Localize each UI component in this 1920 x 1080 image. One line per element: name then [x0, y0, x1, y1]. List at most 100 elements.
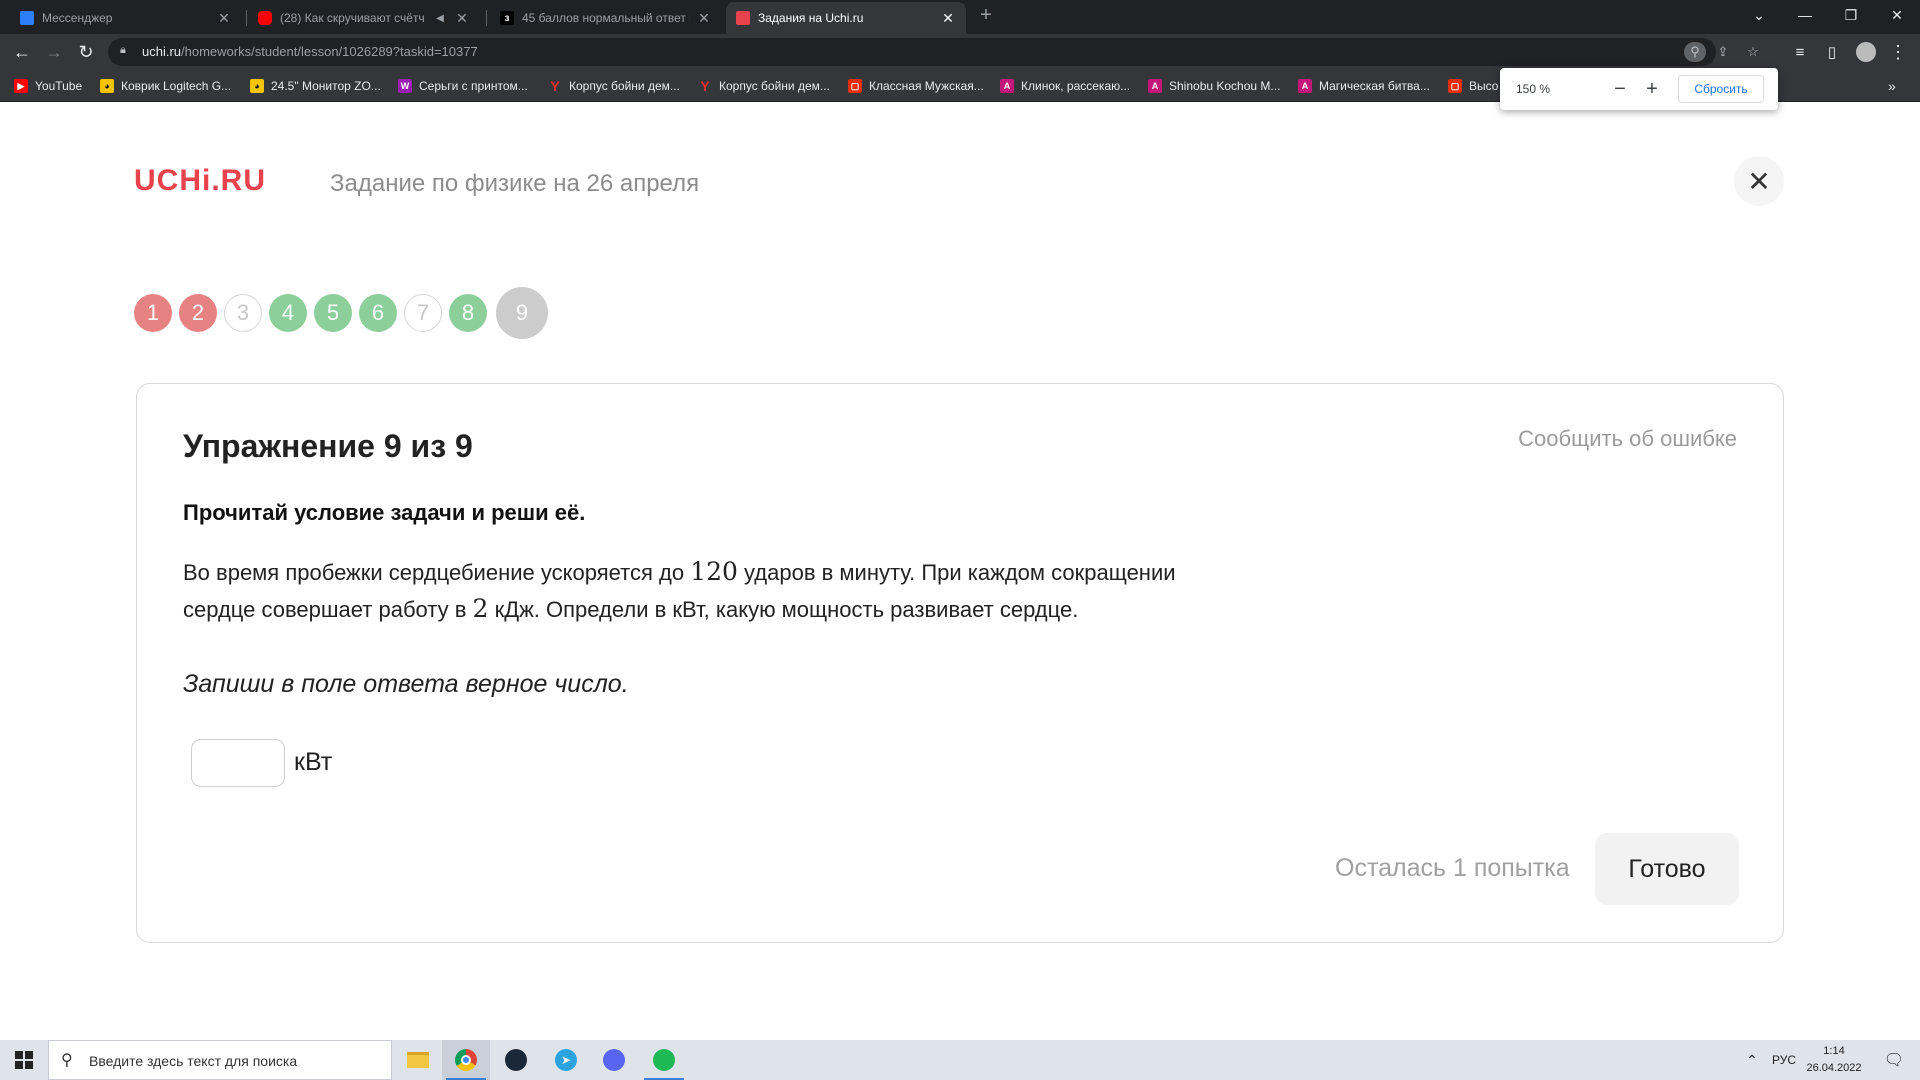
zoom-level: 150 % [1516, 82, 1551, 96]
back-arrow-icon[interactable]: ← [8, 38, 36, 66]
citilink-icon: ◕ [100, 79, 114, 93]
step-8[interactable]: 8 [449, 294, 487, 332]
submit-button[interactable]: Готово [1595, 833, 1739, 905]
exercise-title: Упражнение 9 из 9 [183, 428, 473, 464]
answer-input[interactable] [191, 739, 285, 787]
tab-search-chevron-icon[interactable]: ⌄ [1736, 0, 1782, 30]
file-explorer-icon[interactable] [394, 1040, 442, 1080]
address-bar[interactable]: 🔒︎ uchi.ru/homeworks/student/lesson/1026… [108, 38, 1759, 66]
uchi-logo[interactable]: UCHi.RU [134, 164, 266, 198]
uchi-icon [736, 11, 750, 25]
mute-icon[interactable]: ◀ [432, 13, 448, 24]
lock-icon: 🔒︎ [120, 44, 126, 56]
report-error-link[interactable]: Сообщить об ошибке [1518, 426, 1737, 452]
step-3[interactable]: 3 [224, 294, 262, 332]
zoom-reset-button[interactable]: Сбросить [1678, 75, 1764, 103]
search-placeholder: Введите здесь текст для поиска [89, 1053, 298, 1069]
close-window-icon[interactable]: ✕ [1874, 0, 1920, 30]
taskbar-search[interactable]: ⚲ Введите здесь текст для поиска [48, 1040, 392, 1080]
page-title: Задание по физике на 26 апреля [330, 170, 700, 197]
media-control-icon[interactable]: ≡ [1786, 38, 1814, 66]
telegram-icon[interactable]: ➤ [542, 1040, 590, 1080]
bookmark-item[interactable]: A Магическая битва... [1298, 77, 1430, 95]
citilink-icon: ◕ [250, 79, 264, 93]
restore-icon[interactable]: ❐ [1828, 0, 1874, 30]
tab-title: Мессенджер [42, 11, 113, 25]
spotify-icon[interactable] [640, 1040, 688, 1080]
aliexpress-icon: ▢ [1448, 79, 1462, 93]
tab-znanija[interactable]: з 45 баллов нормальный ответ п ✕ [490, 2, 722, 34]
tab-title: (28) Как скручивают счётч [280, 11, 425, 25]
yandex-market-icon: Y [700, 78, 710, 94]
joom-icon: A [1298, 79, 1312, 93]
bookmark-item[interactable]: A Клинок, рассекаю... [1000, 77, 1130, 95]
exercise-card: Упражнение 9 из 9 Сообщить об ошибке Про… [136, 383, 1784, 943]
step-6[interactable]: 6 [359, 294, 397, 332]
new-tab-button[interactable]: + [966, 0, 1006, 30]
clock[interactable]: 1:14 26.04.2022 [1784, 1043, 1884, 1077]
joom-icon: A [1148, 79, 1162, 93]
browser-menu-icon[interactable]: ⋮ [1884, 38, 1912, 66]
forward-arrow-icon[interactable]: → [40, 38, 68, 66]
browser-tab-bar: Мессенджер ✕ (28) Как скручивают счётч ◀… [0, 0, 1920, 34]
bookmark-item[interactable]: ◕ Коврик Logitech G... [100, 77, 231, 95]
zoom-in-button[interactable]: + [1639, 76, 1665, 102]
tray-chevron-up-icon[interactable]: ⌃ [1740, 1040, 1764, 1080]
url-text: uchi.ru/homeworks/student/lesson/1026289… [142, 44, 478, 59]
answer-hint: Запиши в поле ответа верное число. [183, 670, 629, 698]
attempts-remaining: Осталась 1 попытка [1335, 854, 1570, 882]
step-9[interactable]: 9 [496, 287, 548, 339]
answer-unit: кВт [294, 748, 333, 776]
bookmark-item[interactable]: Y Корпус бойни дем... [698, 77, 830, 95]
close-button[interactable]: ✕ [1734, 156, 1784, 206]
instruction-text: Прочитай условие задачи и реши её. [183, 500, 586, 525]
bookmark-item[interactable]: ▢ Классная Мужская... [848, 77, 984, 95]
bookmark-item[interactable]: W Серьги с принтом... [398, 77, 528, 95]
chrome-icon[interactable] [442, 1040, 490, 1080]
bookmark-item[interactable]: ◕ 24.5" Монитор ZO... [250, 77, 381, 95]
messenger-icon [20, 11, 34, 25]
aliexpress-icon: ▢ [848, 79, 862, 93]
close-tab-icon[interactable]: ✕ [696, 10, 712, 27]
bookmark-item[interactable]: ▢ Высо [1448, 77, 1498, 95]
discord-icon[interactable] [590, 1040, 638, 1080]
bookmark-item[interactable]: Y Корпус бойни дем... [548, 77, 680, 95]
step-5[interactable]: 5 [314, 294, 352, 332]
yandex-market-icon: Y [550, 78, 560, 94]
search-icon: ⚲ [61, 1052, 73, 1069]
tab-title: 45 баллов нормальный ответ п [522, 11, 690, 25]
tab-youtube-video[interactable]: (28) Как скручивают счётч ◀ ✕ [248, 2, 480, 34]
step-2[interactable]: 2 [179, 294, 217, 332]
problem-text: Во время пробежки сердцебиение ускоряетс… [183, 557, 1176, 623]
minimize-icon[interactable]: — [1782, 0, 1828, 30]
profile-avatar[interactable] [1852, 38, 1880, 66]
zoom-out-button[interactable]: − [1607, 76, 1633, 102]
step-7[interactable]: 7 [404, 294, 442, 332]
steam-icon[interactable] [492, 1040, 540, 1080]
close-icon: ✕ [1747, 165, 1771, 197]
zoom-popup: 150 % − + Сбросить [1500, 68, 1778, 110]
side-panel-icon[interactable]: ▯ [1818, 38, 1846, 66]
close-tab-icon[interactable]: ✕ [940, 10, 956, 27]
tab-messenger[interactable]: Мессенджер ✕ [10, 2, 242, 34]
windows-taskbar: ⚲ Введите здесь текст для поиска ➤ ⌃ РУС… [0, 1040, 1920, 1080]
start-button[interactable] [0, 1040, 48, 1080]
reload-icon[interactable]: ↻ [72, 38, 100, 66]
joom-icon: A [1000, 79, 1014, 93]
tab-title: Задания на Uchi.ru [758, 11, 864, 25]
more-bookmarks-icon[interactable]: » [1888, 77, 1896, 95]
step-1[interactable]: 1 [134, 294, 172, 332]
zoom-magnifier-icon[interactable]: ⚲ [1684, 42, 1706, 62]
share-icon[interactable]: ⇪ [1712, 42, 1734, 62]
bookmark-star-icon[interactable]: ☆ [1742, 42, 1764, 62]
step-4[interactable]: 4 [269, 294, 307, 332]
youtube-icon: ▶ [14, 79, 28, 93]
znanija-icon: з [500, 11, 514, 25]
notifications-icon[interactable]: 🗨︎ [1876, 1040, 1912, 1080]
close-tab-icon[interactable]: ✕ [216, 10, 232, 27]
clock-date: 26.04.2022 [1806, 1062, 1862, 1074]
tab-uchi[interactable]: Задания на Uchi.ru ✕ [726, 2, 966, 34]
close-tab-icon[interactable]: ✕ [454, 10, 470, 27]
bookmark-item[interactable]: ▶ YouTube [14, 77, 82, 95]
bookmark-item[interactable]: A Shinobu Kochou M... [1148, 77, 1280, 95]
